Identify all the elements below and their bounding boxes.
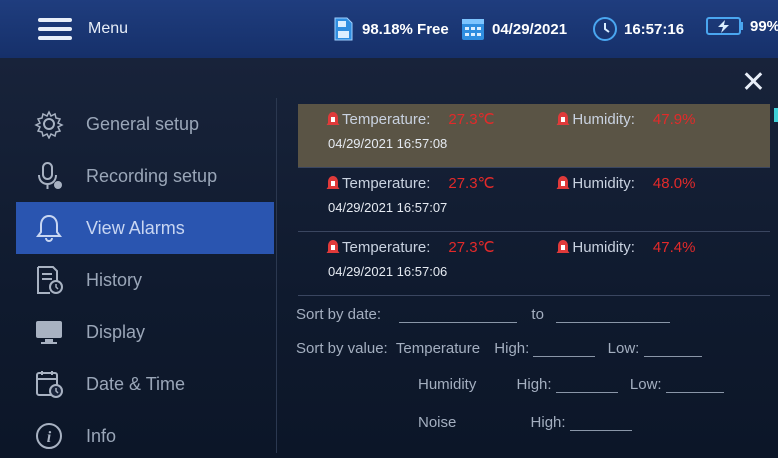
battery-charging-icon: [706, 17, 743, 35]
microphone-icon: [38, 162, 62, 189]
temperature-label: Temperature:: [342, 238, 431, 256]
humidity-high-field[interactable]: [555, 377, 618, 393]
temperature-filter-label: Temperature: [395, 340, 481, 357]
humidity-filter-label: Humidity: [418, 376, 477, 393]
high-label: High:: [494, 340, 530, 357]
alarm-row[interactable]: Temperature: 27.3℃ Humidity: 47.4% 04/29…: [298, 232, 770, 296]
noise-high-field[interactable]: [569, 415, 632, 431]
alarm-row[interactable]: Temperature: 27.3℃ Humidity: 48.0% 04/29…: [298, 168, 770, 232]
hamburger-icon: [38, 18, 72, 40]
time-status: 16:57:16: [592, 16, 684, 42]
sidebar-item-view-alarms[interactable]: View Alarms: [16, 202, 274, 254]
humidity-low-field[interactable]: [665, 377, 724, 393]
humidity-value: 47.9%: [652, 110, 696, 128]
time-text: 16:57:16: [624, 20, 685, 38]
sd-card-icon: [334, 17, 353, 41]
sidebar-item-label: Display: [86, 321, 146, 342]
high-label: High:: [516, 376, 552, 393]
high-label: High:: [530, 414, 566, 431]
sidebar-item-label: History: [86, 269, 143, 290]
low-label: Low:: [607, 340, 640, 357]
alarm-timestamp: 04/29/2021 16:57:07: [328, 200, 448, 215]
alarm-icon: [326, 240, 340, 253]
date-text: 04/29/2021: [492, 20, 568, 38]
sidebar-item-label: Info: [86, 425, 117, 446]
sort-by-value-label: Sort by value:: [296, 340, 388, 357]
temperature-label: Temperature:: [342, 174, 431, 192]
alarm-icon: [326, 176, 340, 189]
date-from-field[interactable]: [399, 307, 518, 323]
sidebar-item-label: Recording setup: [86, 165, 218, 186]
alarm-timestamp: 04/29/2021 16:57:06: [328, 264, 448, 279]
temperature-value: 27.3℃: [448, 175, 495, 192]
to-label: to: [531, 306, 544, 323]
temperature-low-field[interactable]: [643, 341, 702, 357]
humidity-label: Humidity:: [572, 110, 635, 128]
battery-status: 99%: [706, 16, 778, 36]
clock-icon: [593, 17, 617, 41]
sort-by-date-label: Sort by date:: [296, 306, 382, 323]
gear-icon: [34, 110, 64, 139]
sort-by-date-row: Sort by date: to: [296, 306, 671, 323]
history-icon: [37, 266, 63, 294]
close-icon[interactable]: ✕: [741, 68, 766, 98]
temperature-value: 27.3℃: [448, 239, 495, 256]
info-icon: i: [36, 423, 62, 449]
temperature-value: 27.3℃: [448, 111, 495, 128]
alarm-row[interactable]: Temperature: 27.3℃ Humidity: 47.9% 04/29…: [298, 104, 770, 168]
alarm-list: Temperature: 27.3℃ Humidity: 47.9% 04/29…: [298, 104, 770, 296]
menu-button[interactable]: Menu: [38, 18, 128, 40]
monitor-icon: [36, 321, 62, 344]
alarm-icon: [326, 112, 340, 125]
battery-text: 99%: [750, 17, 778, 35]
sort-temperature-row: Sort by value: Temperature High: Low:: [296, 340, 702, 357]
humidity-label: Humidity:: [572, 174, 635, 192]
humidity-label: Humidity:: [572, 238, 635, 256]
humidity-value: 48.0%: [652, 174, 696, 192]
temperature-label: Temperature:: [342, 110, 431, 128]
sidebar-divider: [276, 98, 277, 453]
alarm-timestamp: 04/29/2021 16:57:08: [328, 136, 448, 151]
storage-free-text: 98.18% Free: [362, 20, 449, 38]
storage-status: 98.18% Free: [330, 16, 449, 42]
noise-filter-label: Noise: [418, 414, 457, 431]
sidebar-item-general-setup[interactable]: General setup: [16, 98, 274, 150]
alarm-icon: [556, 240, 570, 253]
date-status: 04/29/2021: [460, 16, 567, 42]
sidebar: General setup Recording setup View Alarm…: [16, 98, 274, 458]
alarm-icon: [556, 176, 570, 189]
sidebar-item-date-time[interactable]: Date & Time: [16, 358, 274, 410]
low-label: Low:: [629, 376, 662, 393]
svg-text:i: i: [47, 429, 52, 446]
calendar-clock-icon: [36, 371, 63, 398]
alarm-icon: [556, 112, 570, 125]
sidebar-item-recording-setup[interactable]: Recording setup: [16, 150, 274, 202]
sidebar-item-display[interactable]: Display: [16, 306, 274, 358]
calendar-icon: [462, 19, 484, 40]
temperature-high-field[interactable]: [533, 341, 596, 357]
humidity-value: 47.4%: [652, 238, 696, 256]
bell-icon: [36, 214, 62, 242]
top-status-bar: Menu 98.18% Free 04/29/2021 16:57:16 99%: [0, 0, 778, 58]
settings-panel: ✕ General setup Recording setup View Ala…: [0, 58, 778, 458]
sort-humidity-row: Humidity High: Low:: [418, 376, 724, 393]
sidebar-item-label: General setup: [86, 113, 200, 134]
date-to-field[interactable]: [556, 307, 671, 323]
sidebar-item-history[interactable]: History: [16, 254, 274, 306]
menu-label: Menu: [88, 20, 129, 37]
sidebar-item-label: Date & Time: [86, 373, 186, 394]
sidebar-item-info[interactable]: i Info: [16, 410, 274, 458]
sort-noise-row: Noise High:: [418, 414, 632, 431]
list-scrollbar[interactable]: [774, 108, 778, 122]
sidebar-item-label: View Alarms: [86, 217, 185, 238]
